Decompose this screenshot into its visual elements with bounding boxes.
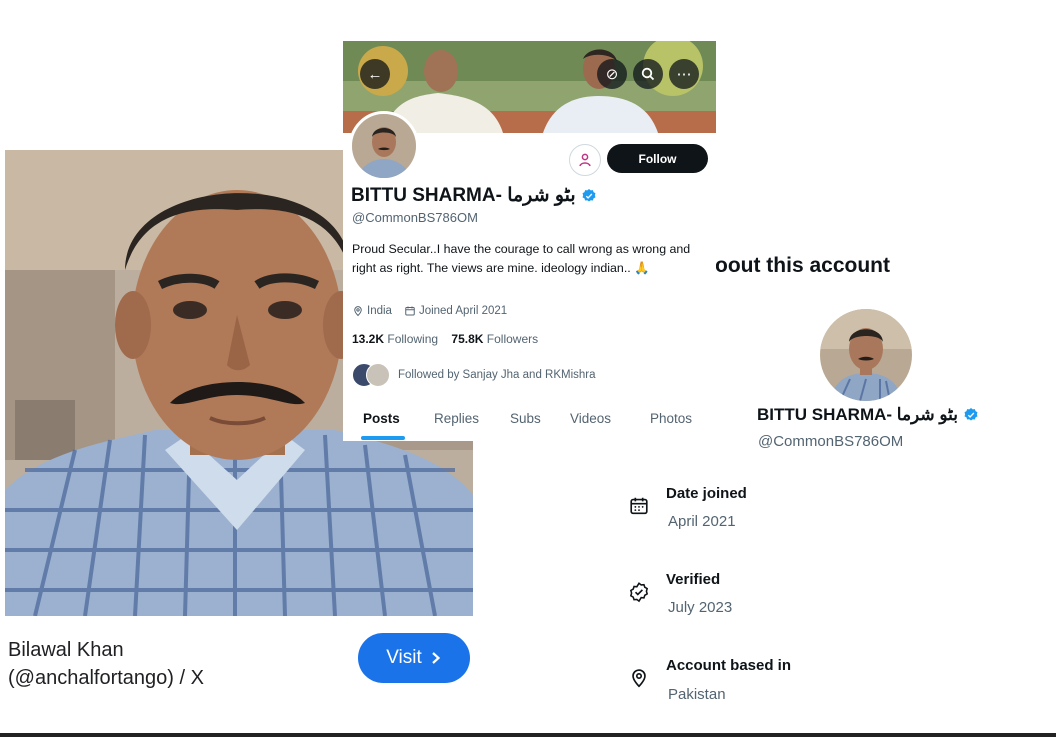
about-name-text: BITTU SHARMA- بٹو شرما [757, 405, 959, 424]
subscribe-button[interactable] [569, 144, 601, 176]
about-avatar [820, 309, 912, 401]
profile-location: India [367, 305, 392, 317]
profile-joined: Joined April 2021 [418, 305, 508, 317]
follow-button[interactable]: Follow [607, 144, 708, 173]
active-tab-indicator [361, 436, 405, 440]
verified-check-icon [628, 581, 650, 608]
chevron-right-icon [432, 652, 440, 664]
followers-link[interactable]: 75.8K Followers [451, 332, 538, 346]
date-joined-label: Date joined [666, 485, 747, 502]
about-handle: @CommonBS786OM [758, 433, 904, 450]
account-based-in-value: Pakistan [668, 686, 726, 703]
location-pin-icon [628, 667, 650, 694]
profile-stats: 13.2K Following 75.8K Followers [352, 332, 538, 346]
about-account-title: oout this account [715, 254, 890, 277]
profile-display-name: BITTU SHARMA- بٹو شرما [351, 184, 597, 207]
search-result-title[interactable]: Bilawal Khan (@anchalfortango) / X [8, 636, 204, 692]
result-title-line1: Bilawal Khan [8, 639, 124, 661]
verified-badge-icon [964, 408, 978, 421]
tab-subs[interactable]: Subs [510, 411, 541, 426]
bottom-border [0, 733, 1056, 737]
tab-photos[interactable]: Photos [650, 411, 692, 426]
profile-bio: Proud Secular..I have the courage to cal… [352, 242, 691, 275]
followed-by-row[interactable]: Followed by Sanjay Jha and RKMishra [352, 363, 596, 387]
profile-avatar[interactable] [349, 111, 419, 181]
x-profile-panel: ← ⊘ ⋯ Follow BITTU SHARMA- بٹو شرما @Com… [343, 41, 716, 441]
calendar-icon [628, 495, 650, 522]
profile-tabs: Posts Replies Subs Videos Photos [343, 401, 716, 441]
search-icon[interactable] [633, 59, 663, 89]
verified-value: July 2023 [668, 599, 733, 616]
calendar-icon [405, 306, 415, 316]
back-arrow-icon[interactable]: ← [360, 59, 390, 89]
grok-icon[interactable]: ⊘ [597, 59, 627, 89]
date-joined-value: April 2021 [668, 513, 736, 530]
follower-avatar [366, 363, 390, 387]
following-link[interactable]: 13.2K Following [352, 332, 438, 346]
about-display-name: BITTU SHARMA- بٹو شرما [757, 405, 979, 425]
verified-label: Verified [666, 571, 721, 588]
account-based-in-label: Account based in [666, 657, 792, 674]
more-options-icon[interactable]: ⋯ [669, 59, 699, 89]
tab-replies[interactable]: Replies [434, 411, 479, 426]
visit-button[interactable]: Visit [358, 633, 470, 683]
tab-videos[interactable]: Videos [570, 411, 611, 426]
following-count: 13.2K [352, 332, 385, 346]
profile-name-text: BITTU SHARMA- بٹو شرما [351, 185, 576, 206]
subscribe-icon [579, 153, 591, 167]
result-title-line2: (@anchalfortango) / X [8, 667, 204, 689]
verified-badge-icon [582, 188, 596, 202]
tab-posts[interactable]: Posts [363, 411, 400, 426]
followers-label: Followers [486, 332, 539, 346]
visit-button-label: Visit [386, 647, 422, 668]
followed-by-text: Followed by Sanjay Jha and RKMishra [398, 369, 596, 381]
followers-count: 75.8K [451, 332, 484, 346]
following-label: Following [387, 332, 439, 346]
location-icon [354, 306, 362, 317]
profile-meta: India Joined April 2021 [352, 305, 507, 317]
profile-handle: @CommonBS786OM [352, 210, 478, 225]
